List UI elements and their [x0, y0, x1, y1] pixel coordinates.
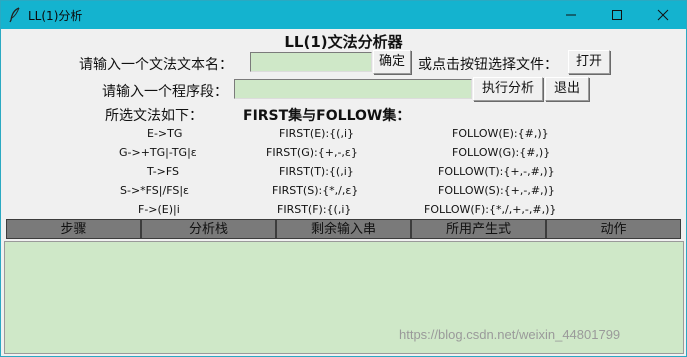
analysis-table-header: 步骤 分析栈 剩余输入串 所用产生式 动作	[6, 219, 681, 239]
feather-icon	[8, 7, 22, 23]
exit-button[interactable]: 退出	[545, 77, 589, 101]
first-set-item: FIRST(T):{(,i}	[279, 165, 354, 178]
column-header-production[interactable]: 所用产生式	[411, 219, 546, 239]
first-follow-heading: FIRST集与FOLLOW集：	[243, 108, 411, 124]
column-header-action[interactable]: 动作	[546, 219, 681, 239]
title-bar[interactable]: LL(1)分析	[1, 1, 686, 29]
first-set-item: FIRST(E):{(,i}	[279, 127, 354, 140]
page-title: LL(1)文法分析器	[284, 33, 403, 51]
production-item: T->FS	[147, 165, 180, 178]
grammar-file-label: 请输入一个文法文本名：	[79, 57, 233, 73]
window-title: LL(1)分析	[28, 9, 83, 23]
column-header-stack[interactable]: 分析栈	[141, 219, 276, 239]
run-analysis-button[interactable]: 执行分析	[473, 77, 543, 101]
grammar-heading: 所选文法如下：	[105, 108, 203, 124]
minimize-icon	[566, 14, 576, 16]
maximize-icon	[612, 10, 622, 20]
open-file-button[interactable]: 打开	[568, 50, 610, 74]
production-item: E->TG	[147, 127, 183, 140]
maximize-button[interactable]	[594, 1, 640, 29]
close-button[interactable]	[640, 1, 686, 29]
follow-set-item: FOLLOW(E):{#,)}	[452, 127, 549, 140]
production-item: S->*FS|/FS|ε	[120, 184, 189, 197]
confirm-button[interactable]: 确定	[373, 50, 411, 74]
program-label: 请输入一个程序段：	[102, 84, 228, 100]
program-input[interactable]	[234, 79, 472, 99]
watermark: https://blog.csdn.net/weixin_44801799	[399, 327, 621, 342]
first-set-item: FIRST(G):{+,-,ε}	[266, 146, 358, 159]
follow-set-item: FOLLOW(S):{+,-,#,)}	[438, 184, 555, 197]
production-item: G->+TG|-TG|ε	[119, 146, 197, 159]
follow-set-item: FOLLOW(F):{*,/,+,-,#,)}	[424, 203, 557, 216]
production-item: F->(E)|i	[138, 203, 180, 216]
follow-set-item: FOLLOW(G):{#,)}	[452, 146, 551, 159]
first-set-item: FIRST(S):{*,/,ε}	[272, 184, 359, 197]
grammar-file-input[interactable]	[250, 52, 372, 72]
column-header-step[interactable]: 步骤	[6, 219, 141, 239]
column-header-remaining-input[interactable]: 剩余输入串	[276, 219, 411, 239]
first-set-item: FIRST(F):{(,i}	[277, 203, 352, 216]
app-window: LL(1)分析 LL(1)文法分析器 请输入一个文法文本名： 确定 或点击按钮选…	[0, 0, 687, 357]
close-icon	[657, 9, 669, 21]
minimize-button[interactable]	[548, 1, 594, 29]
choose-file-label: 或点击按钮选择文件：	[418, 57, 558, 73]
follow-set-item: FOLLOW(T):{+,-,#,)}	[438, 165, 555, 178]
